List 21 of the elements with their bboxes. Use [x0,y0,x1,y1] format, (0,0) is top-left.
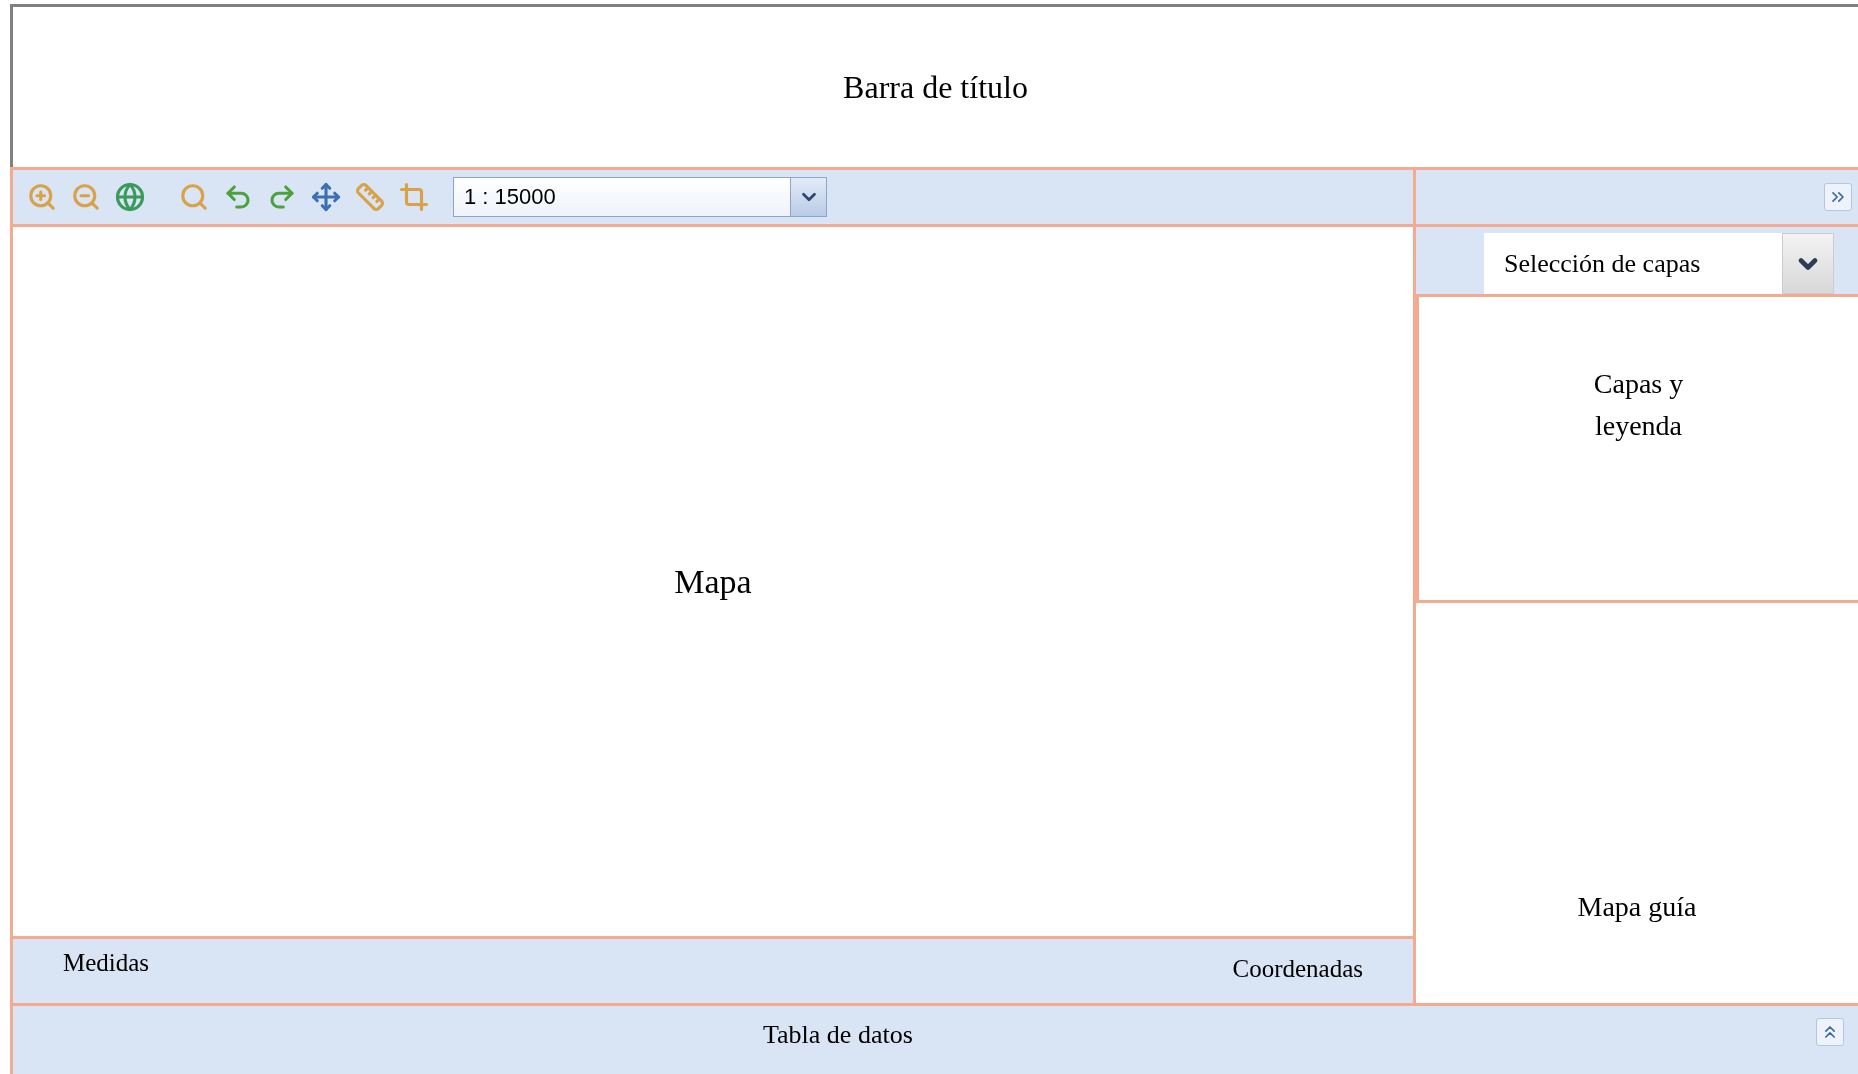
zoom-out-icon [71,182,101,212]
scale-combo[interactable]: 1 : 15000 [453,177,827,217]
move-icon [311,182,341,212]
map-label: Mapa [674,562,752,601]
title-text: Barra de título [843,68,1028,106]
zoom-in-icon [27,182,57,212]
layer-select-field[interactable]: Selección de capas [1484,233,1782,294]
ruler-icon [355,182,385,212]
measures-label: Medidas [63,949,150,978]
dropdown-button[interactable] [1782,233,1834,294]
expand-button[interactable] [1816,1018,1844,1046]
overview-map-label: Mapa guía [1577,891,1697,923]
layers-legend-label: Capas y leyenda [1592,367,1685,443]
globe-icon [115,182,145,212]
crop-icon [399,182,429,212]
dropdown-button[interactable] [790,178,826,216]
coordinates-label: Coordenadas [1232,955,1363,984]
collapse-button[interactable] [1824,183,1852,211]
data-table-label: Tabla de datos [763,1020,913,1050]
scale-value: 1 : 15000 [463,183,557,211]
search-icon [179,182,209,212]
